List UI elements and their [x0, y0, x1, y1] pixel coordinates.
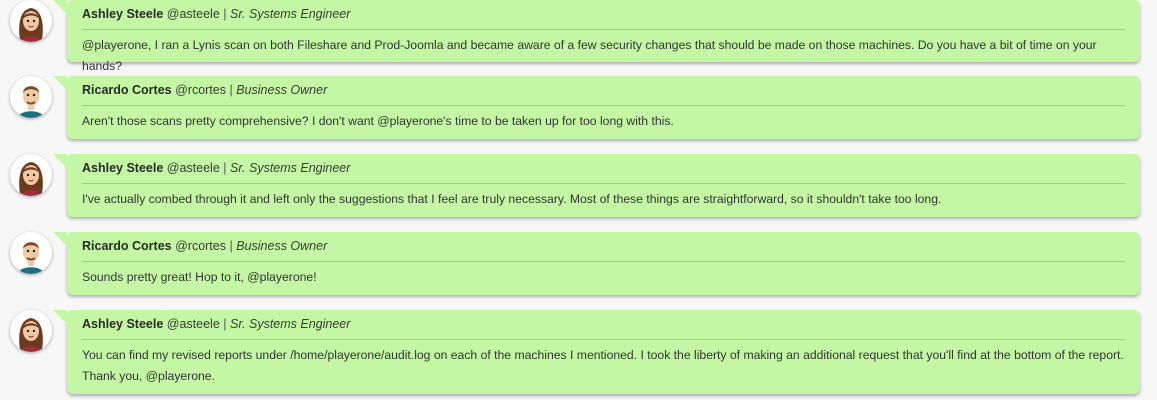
chat-message: Ashley Steele @asteele | Sr. Systems Eng…	[0, 0, 1157, 73]
author-handle[interactable]: @asteele	[167, 317, 220, 331]
message-header: Ricardo Cortes @rcortes | Business Owner	[82, 82, 1125, 106]
message-header: Ashley Steele @asteele | Sr. Systems Eng…	[82, 316, 1125, 340]
message-bubble: Ashley Steele @asteele | Sr. Systems Eng…	[53, 0, 1140, 73]
author-role: Sr. Systems Engineer	[230, 7, 351, 21]
chat-thread: Ashley Steele @asteele | Sr. Systems Eng…	[0, 0, 1157, 400]
message-bubble: Ashley Steele @asteele | Sr. Systems Eng…	[53, 154, 1140, 217]
header-separator: |	[223, 161, 227, 175]
chat-message: Ricardo Cortes @rcortes | Business Owner…	[0, 76, 1157, 141]
message-header: Ashley Steele @asteele | Sr. Systems Eng…	[82, 160, 1125, 184]
female-avatar-icon	[10, 310, 52, 352]
author-role: Business Owner	[236, 239, 328, 253]
male-avatar-icon	[10, 232, 52, 274]
author-name[interactable]: Ashley Steele	[82, 7, 163, 21]
header-separator: |	[229, 239, 233, 253]
author-name[interactable]: Ricardo Cortes	[82, 83, 172, 97]
message-text: I've actually combed through it and left…	[82, 192, 942, 206]
female-avatar-icon	[10, 154, 52, 196]
male-avatar-icon	[10, 76, 52, 118]
author-name[interactable]: Ashley Steele	[82, 161, 163, 175]
author-name[interactable]: Ashley Steele	[82, 317, 163, 331]
author-name[interactable]: Ricardo Cortes	[82, 239, 172, 253]
author-role: Sr. Systems Engineer	[230, 317, 351, 331]
header-separator: |	[223, 317, 227, 331]
author-role: Business Owner	[236, 83, 328, 97]
message-bubble: Ashley Steele @asteele | Sr. Systems Eng…	[53, 310, 1140, 394]
female-avatar-icon	[10, 0, 52, 42]
chat-message: Ashley Steele @asteele | Sr. Systems Eng…	[0, 310, 1157, 398]
message-bubble: Ricardo Cortes @rcortes | Business Owner…	[53, 76, 1140, 139]
message-text: @playerone, I ran a Lynis scan on both F…	[82, 38, 1097, 73]
author-handle[interactable]: @asteele	[167, 161, 220, 175]
header-separator: |	[229, 83, 233, 97]
message-header: Ashley Steele @asteele | Sr. Systems Eng…	[82, 6, 1125, 30]
author-handle[interactable]: @rcortes	[175, 83, 226, 97]
author-handle[interactable]: @asteele	[167, 7, 220, 21]
chat-message: Ashley Steele @asteele | Sr. Systems Eng…	[0, 154, 1157, 219]
message-bubble: Ricardo Cortes @rcortes | Business Owner…	[53, 232, 1140, 295]
message-text: You can find my revised reports under /h…	[82, 348, 1124, 383]
header-separator: |	[223, 7, 227, 21]
author-role: Sr. Systems Engineer	[230, 161, 351, 175]
message-header: Ricardo Cortes @rcortes | Business Owner	[82, 238, 1125, 262]
message-text: Aren't those scans pretty comprehensive?…	[82, 114, 674, 128]
author-handle[interactable]: @rcortes	[175, 239, 226, 253]
message-text: Sounds pretty great! Hop to it, @playero…	[82, 270, 317, 284]
chat-message: Ricardo Cortes @rcortes | Business Owner…	[0, 232, 1157, 297]
